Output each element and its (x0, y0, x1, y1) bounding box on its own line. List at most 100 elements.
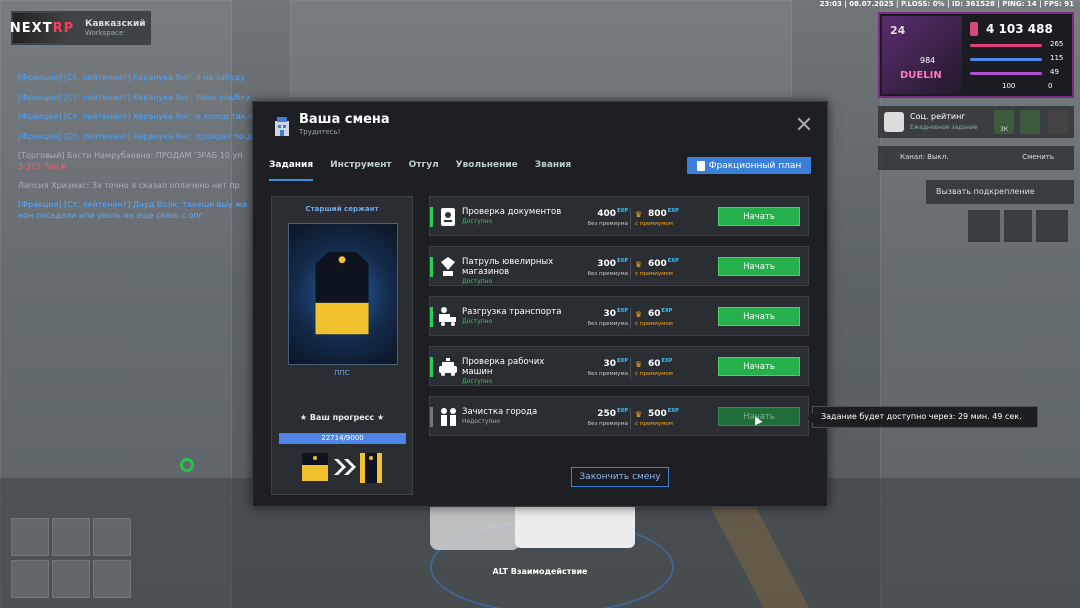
avatar-text: DUELIN (900, 70, 942, 81)
tab-resign[interactable]: Увольнение (456, 160, 518, 181)
finish-shift-button[interactable]: Закончить смену (571, 467, 669, 487)
channel-label: Канал: Выкл. (900, 153, 949, 161)
rank-name: Старший сержант (305, 205, 379, 213)
car-icon (439, 358, 457, 376)
rank-unit: ППС (334, 369, 350, 377)
status-line: 23:03 | 08.07.2025 | P.LOSS: 0% | ID: 36… (819, 0, 1074, 8)
thumbs-up-icon (884, 112, 904, 132)
player-level: 24 (890, 24, 906, 37)
chat-line: Лапсия Хризмас: За точно я сказал оплаче… (18, 180, 240, 190)
crown-icon: ♛ (635, 310, 643, 319)
radio-channel-panel[interactable]: Канал: Выкл. Сменить (878, 146, 1074, 170)
chat-line: [Фракция] [Ст. лейтенант] Херанука Янг: … (18, 92, 250, 102)
no-premium-label: без премиума (587, 221, 628, 227)
no-premium-label: без премиума (587, 321, 628, 327)
rank-card: Старший сержант ППС ★ Ваш прогресс ★ 227… (271, 196, 413, 495)
task-status: Доступно (462, 218, 493, 225)
window-title: Ваша смена (299, 112, 390, 127)
divider (630, 207, 631, 229)
money-value: 4 103 488 (986, 22, 1053, 36)
rating-money-box (1020, 110, 1040, 134)
inventory-slot[interactable] (93, 560, 131, 598)
task-row: Разгрузка транспорта Доступно 30EXP без пре… (429, 296, 809, 336)
no-premium-label: без премиума (587, 421, 628, 427)
exp-basic: 30EXP (603, 358, 628, 369)
crown-icon: ♛ (635, 410, 643, 419)
task-name: Проверка документов Доступно (462, 207, 567, 227)
rank-badge-icon (315, 251, 369, 335)
start-task-button[interactable]: Начать (718, 257, 800, 276)
exp-basic: 300EXP (597, 258, 628, 269)
document-icon (696, 160, 705, 171)
task-row: Патруль ювелирных магазинов Доступно 300EX… (429, 246, 809, 286)
calendar-icon[interactable] (968, 210, 1000, 242)
call-backup-button[interactable]: Вызвать подкрепление (926, 180, 1074, 204)
inventory-slot[interactable] (11, 518, 49, 556)
close-icon[interactable] (795, 115, 813, 133)
health-value: 265 (1050, 40, 1064, 48)
task-accent (430, 257, 433, 277)
with-premium-label: с премиумом (635, 321, 673, 327)
exp-premium: 60EXP (648, 308, 673, 319)
inventory-slot[interactable] (52, 518, 90, 556)
task-accent (430, 407, 433, 427)
divider (630, 357, 631, 379)
tab-tasks[interactable]: Задания (269, 160, 314, 181)
task-tooltip: Задание будет доступно через: 29 мин. 49… (807, 406, 1038, 428)
crown-icon: ♛ (635, 360, 643, 369)
chat-log: [Фракция] [Ст. лейтенант] Херанука Янг: … (18, 68, 268, 221)
social-rating-panel[interactable]: Соц. рейтинг Ежедневное задание 3К (878, 106, 1074, 138)
exp-basic: 250EXP (597, 408, 628, 419)
task-row: Проверка рабочих машин Доступно 30EXP без п… (429, 346, 809, 386)
start-task-button[interactable]: Начать (718, 207, 800, 226)
shift-window: Ваша смена Трудитесь! Задания Инструмент… (252, 101, 828, 507)
task-accent (430, 207, 433, 227)
task-row: Зачистка города Недоступно 250EXP без преми… (429, 396, 809, 436)
key-icon (1004, 210, 1032, 242)
no-premium-label: без премиума (587, 371, 628, 377)
armor-value: 115 (1050, 54, 1064, 62)
task-accent (430, 357, 433, 377)
server-sub: Workspace (85, 29, 124, 37)
exp-premium: 60EXP (648, 358, 673, 369)
armor-bar (970, 58, 1042, 61)
tab-leave[interactable]: Отгул (409, 160, 439, 181)
tab-tools[interactable]: Инструмент (330, 160, 392, 181)
exp-premium: 600EXP (648, 258, 679, 269)
inventory-slot[interactable] (11, 560, 49, 598)
task-status: Доступно (462, 278, 493, 285)
divider (630, 407, 631, 429)
document-icon (441, 208, 455, 226)
tab-ranks[interactable]: Звания (535, 160, 571, 181)
with-premium-label: с премиумом (635, 221, 673, 227)
divider (630, 257, 631, 279)
divider (630, 307, 631, 329)
social-rating-title: Соц. рейтинг (910, 112, 966, 121)
inventory-slot[interactable] (93, 518, 131, 556)
social-rating-sub: Ежедневное задание (910, 124, 978, 131)
player-card: 24 984 DUELIN 4 103 488 265 115 49 100 0 (878, 12, 1074, 98)
building-icon (275, 117, 289, 136)
task-name: Разгрузка транспорта Доступно (462, 307, 567, 327)
tab-bar: Задания Инструмент Отгул Увольнение Зван… (269, 160, 588, 181)
progress-bar: 22714/9000 (279, 433, 406, 444)
faction-plan-label: Фракционный план (708, 160, 802, 171)
avatar-number: 984 (920, 56, 936, 65)
exp-basic: 400EXP (597, 208, 628, 219)
stat-small-1: 100 (1002, 82, 1016, 90)
server-name: Кавказский (85, 19, 146, 29)
rank-image (288, 223, 398, 365)
task-accent (430, 307, 433, 327)
bell-icon[interactable] (1036, 210, 1068, 242)
task-status: Недоступно (462, 418, 500, 425)
inventory-slot[interactable] (52, 560, 90, 598)
start-task-button[interactable]: Начать (718, 307, 800, 326)
rating-value-box: 3К (994, 110, 1014, 134)
truck-icon (439, 307, 456, 326)
start-task-button[interactable]: Начать (718, 357, 800, 376)
crown-icon: ♛ (635, 210, 643, 219)
faction-plan-button[interactable]: Фракционный план (687, 157, 811, 174)
officer-icon (441, 408, 456, 426)
logo: NEXT RP (10, 13, 73, 43)
with-premium-label: с премиумом (635, 371, 673, 377)
